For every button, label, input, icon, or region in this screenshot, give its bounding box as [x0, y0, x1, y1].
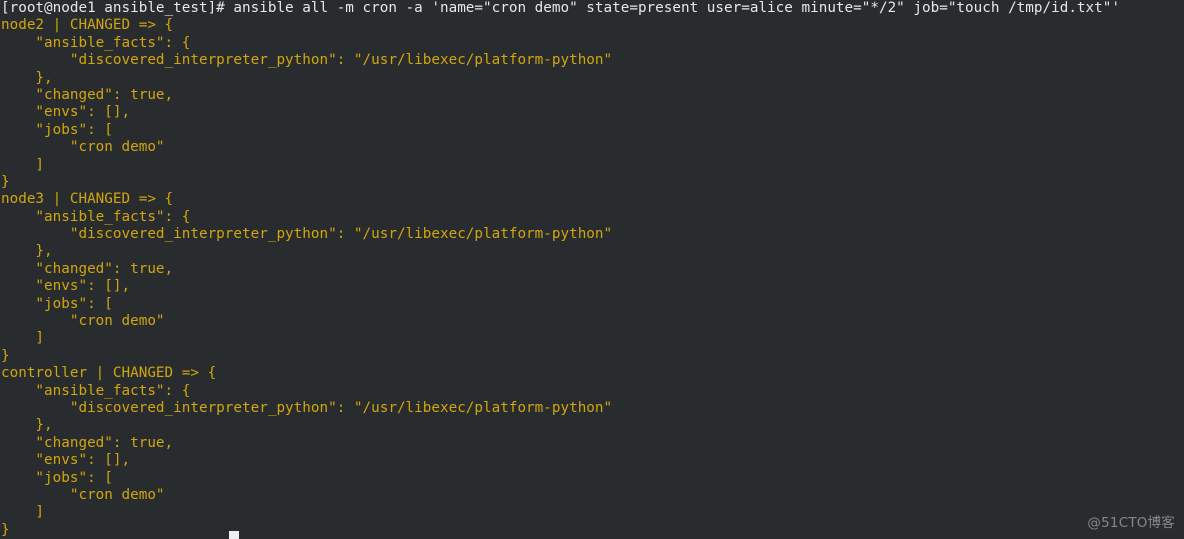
output-line: "cron demo"	[1, 139, 165, 156]
output-line: },	[1, 69, 53, 86]
output-line: "cron demo"	[1, 313, 165, 330]
watermark-label: @51CTO博客	[1087, 515, 1175, 531]
output-line: },	[1, 243, 53, 260]
output-line: "ansible_facts": {	[1, 208, 191, 225]
output-line: "discovered_interpreter_python": "/usr/l…	[1, 52, 613, 69]
output-line: }	[1, 521, 10, 538]
output-line: "jobs": [	[1, 295, 113, 312]
output-line: "cron demo"	[1, 486, 165, 503]
output-line: ]	[1, 156, 45, 173]
output-line: controller | CHANGED => {	[1, 365, 217, 382]
output-line: "envs": [],	[1, 278, 131, 295]
output-line: }	[1, 173, 10, 190]
output-line: "changed": true,	[1, 260, 174, 277]
output-line: node2 | CHANGED => {	[1, 17, 174, 34]
command-output: node2 | CHANGED => { "ansible_facts": { …	[0, 17, 1184, 539]
terminal-window[interactable]: [root@node1 ansible_test]# ansible all -…	[0, 0, 1184, 539]
shell-prompt-line: [root@node1 ansible_test]# ansible all -…	[1, 0, 1120, 16]
output-line: "changed": true,	[1, 86, 174, 103]
output-line: "envs": [],	[1, 104, 131, 121]
output-line: "ansible_facts": {	[1, 34, 191, 51]
output-line: },	[1, 417, 53, 434]
output-line: "discovered_interpreter_python": "/usr/l…	[1, 399, 613, 416]
text-cursor	[229, 531, 239, 539]
output-line: "changed": true,	[1, 434, 174, 451]
output-line: "envs": [],	[1, 452, 131, 469]
output-line: "jobs": [	[1, 121, 113, 138]
output-line: ]	[1, 504, 45, 521]
output-line: "ansible_facts": {	[1, 382, 191, 399]
output-line: node3 | CHANGED => {	[1, 191, 174, 208]
output-line: "discovered_interpreter_python": "/usr/l…	[1, 226, 613, 243]
output-line: "jobs": [	[1, 469, 113, 486]
output-line: }	[1, 347, 10, 364]
output-line: ]	[1, 330, 45, 347]
